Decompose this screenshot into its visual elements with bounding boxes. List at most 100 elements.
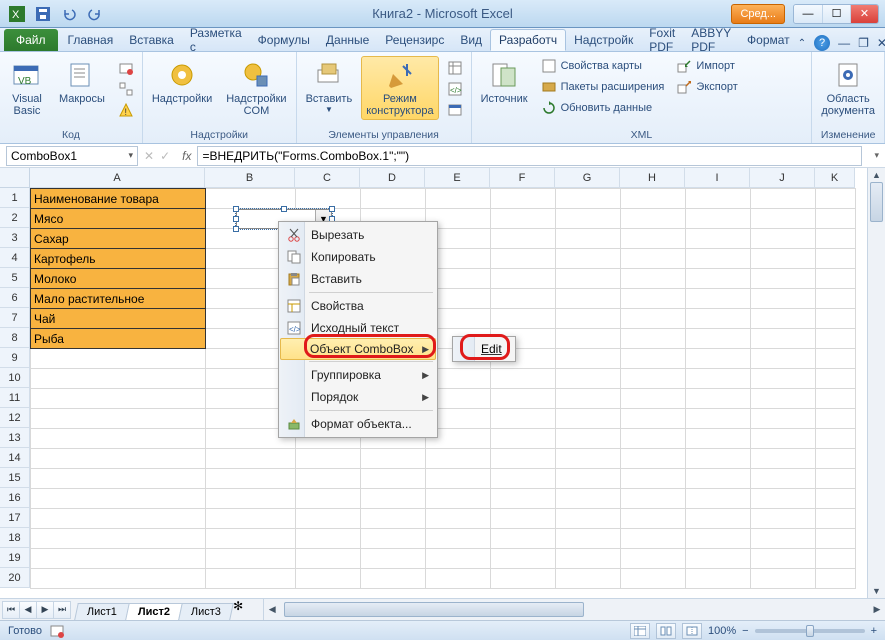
addin-button[interactable]: Сред...: [731, 4, 785, 24]
cell[interactable]: [751, 189, 816, 209]
xml-source-button[interactable]: Источник: [476, 56, 533, 108]
cell[interactable]: [816, 349, 856, 369]
cell[interactable]: Молоко: [31, 269, 206, 289]
scrollbar-thumb[interactable]: [870, 182, 883, 222]
save-icon[interactable]: [32, 4, 54, 24]
cell[interactable]: [816, 489, 856, 509]
cell[interactable]: [751, 549, 816, 569]
mdi-minimize-icon[interactable]: —: [838, 36, 850, 50]
excel-icon[interactable]: X: [6, 4, 28, 24]
cell[interactable]: [621, 489, 686, 509]
addins-button[interactable]: Надстройки: [147, 56, 217, 108]
cell[interactable]: [426, 189, 491, 209]
use-relative-refs-button[interactable]: [114, 79, 138, 99]
cell[interactable]: [751, 489, 816, 509]
cell[interactable]: [556, 349, 621, 369]
cell[interactable]: [491, 209, 556, 229]
scroll-down-icon[interactable]: ▼: [868, 584, 885, 598]
export-button[interactable]: Экспорт: [672, 77, 741, 97]
expand-formula-bar-icon[interactable]: ▾: [868, 150, 885, 161]
cell[interactable]: [556, 189, 621, 209]
col-header[interactable]: B: [205, 168, 295, 188]
cell[interactable]: [686, 269, 751, 289]
cell[interactable]: [686, 549, 751, 569]
view-page-layout-icon[interactable]: [656, 623, 676, 639]
cell[interactable]: [816, 209, 856, 229]
scroll-right-icon[interactable]: ▶: [869, 599, 885, 620]
col-header[interactable]: D: [360, 168, 425, 188]
zoom-level[interactable]: 100%: [708, 625, 736, 637]
cell[interactable]: [31, 489, 206, 509]
resize-handle[interactable]: [281, 206, 287, 212]
row-header[interactable]: 6: [0, 288, 30, 308]
macro-record-status-icon[interactable]: [50, 624, 64, 638]
cell[interactable]: [206, 569, 296, 589]
cell[interactable]: [426, 469, 491, 489]
cell[interactable]: [491, 429, 556, 449]
cell[interactable]: [751, 349, 816, 369]
cell[interactable]: [31, 549, 206, 569]
cell[interactable]: [751, 509, 816, 529]
sheet-tab[interactable]: Лист3: [178, 603, 234, 620]
tab-abbyy pdf[interactable]: ABBYY PDF: [683, 29, 739, 51]
undo-icon[interactable]: [58, 4, 80, 24]
cell[interactable]: [751, 309, 816, 329]
tab-foxit pdf[interactable]: Foxit PDF: [641, 29, 683, 51]
cell[interactable]: [621, 349, 686, 369]
record-macro-button[interactable]: [114, 58, 138, 78]
col-header[interactable]: A: [30, 168, 205, 188]
cell[interactable]: [31, 529, 206, 549]
cell[interactable]: [621, 269, 686, 289]
view-normal-icon[interactable]: [630, 623, 650, 639]
cell[interactable]: [426, 569, 491, 589]
cell[interactable]: [751, 209, 816, 229]
cell[interactable]: [556, 329, 621, 349]
menu-properties[interactable]: Свойства: [281, 295, 435, 317]
cell[interactable]: Мясо: [31, 209, 206, 229]
col-header[interactable]: G: [555, 168, 620, 188]
menu-cut[interactable]: Вырезать: [281, 224, 435, 246]
cell[interactable]: [816, 329, 856, 349]
cell[interactable]: [686, 349, 751, 369]
cell[interactable]: Рыба: [31, 329, 206, 349]
cell[interactable]: [31, 409, 206, 429]
cell[interactable]: [751, 389, 816, 409]
help-icon[interactable]: ?: [814, 35, 830, 51]
mdi-restore-icon[interactable]: ❐: [858, 36, 869, 50]
cell[interactable]: [751, 289, 816, 309]
resize-handle[interactable]: [233, 216, 239, 222]
row-header[interactable]: 17: [0, 508, 30, 528]
cell[interactable]: [621, 469, 686, 489]
scrollbar-thumb[interactable]: [284, 602, 584, 617]
cell[interactable]: [296, 549, 361, 569]
cell[interactable]: [621, 369, 686, 389]
cell[interactable]: [686, 189, 751, 209]
cell[interactable]: [556, 289, 621, 309]
cell[interactable]: [621, 229, 686, 249]
sheet-tab[interactable]: Лист2: [125, 603, 183, 620]
cell[interactable]: [751, 529, 816, 549]
row-header[interactable]: 11: [0, 388, 30, 408]
cell[interactable]: [491, 289, 556, 309]
sheet-prev-icon[interactable]: ◀: [19, 601, 37, 619]
tab-разработч[interactable]: Разработч: [490, 29, 566, 51]
cell[interactable]: [206, 509, 296, 529]
cell[interactable]: [491, 569, 556, 589]
cell[interactable]: [816, 429, 856, 449]
row-header[interactable]: 18: [0, 528, 30, 548]
cell[interactable]: [621, 449, 686, 469]
tab-формулы[interactable]: Формулы: [250, 29, 318, 51]
cell[interactable]: [816, 189, 856, 209]
cancel-formula-icon[interactable]: ✕: [144, 149, 154, 163]
new-sheet-icon[interactable]: ✻: [233, 599, 243, 620]
cell[interactable]: [491, 389, 556, 409]
row-header[interactable]: 12: [0, 408, 30, 428]
tab-формат[interactable]: Формат: [739, 29, 798, 51]
row-header[interactable]: 9: [0, 348, 30, 368]
row-header[interactable]: 13: [0, 428, 30, 448]
expansion-packs-button[interactable]: Пакеты расширения: [537, 77, 669, 97]
cell[interactable]: [361, 569, 426, 589]
menu-copy[interactable]: Копировать: [281, 246, 435, 268]
design-mode-button[interactable]: Режим конструктора: [361, 56, 438, 120]
cell[interactable]: [206, 469, 296, 489]
